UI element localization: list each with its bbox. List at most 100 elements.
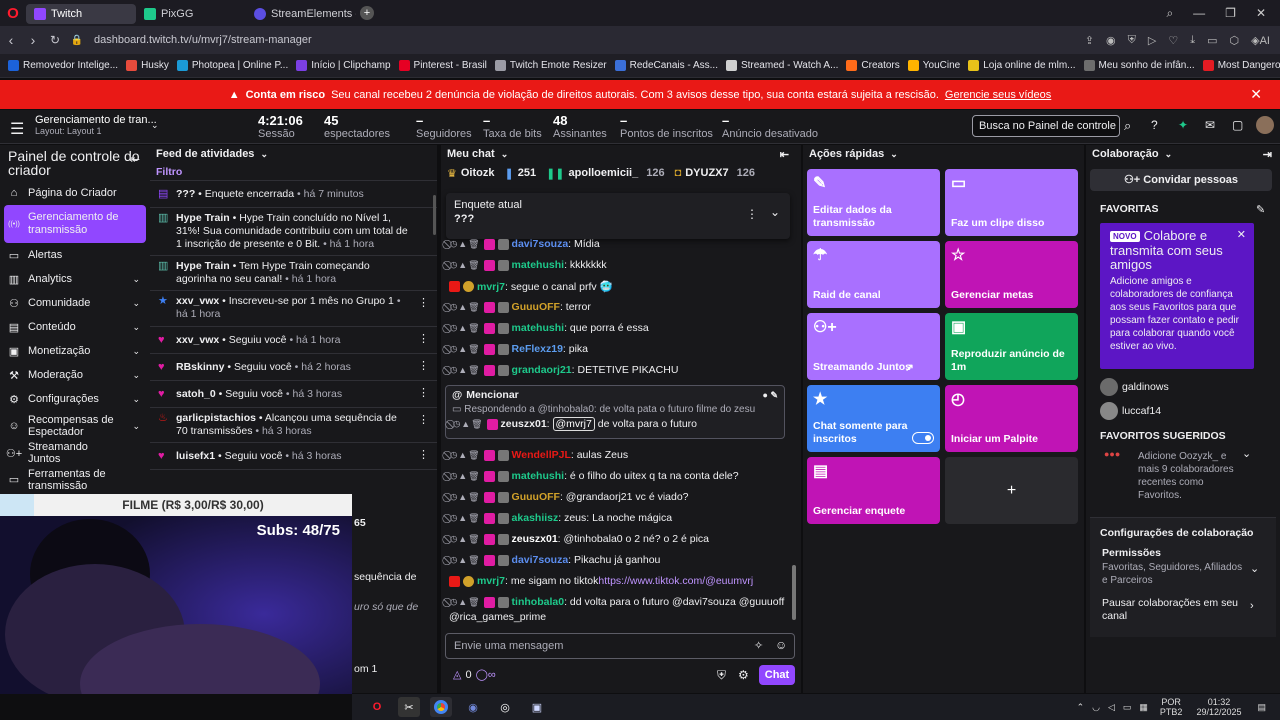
close-promo-icon[interactable]: ✕	[1237, 229, 1246, 242]
mod-actions-icon[interactable]: ⃠◷▲🗑	[452, 419, 484, 430]
bookmark-item[interactable]: Meu sonho de infân...	[1083, 60, 1195, 71]
sidebar-item-moderation[interactable]: ⚒ Moderação ⌄	[0, 363, 150, 387]
ai-icon[interactable]: ◈AI	[1251, 34, 1270, 47]
chat-username[interactable]: akashiisz	[512, 512, 559, 524]
chat-username[interactable]: grandaorj21	[512, 364, 572, 376]
mod-actions-icon[interactable]: ⃠◷▲🗑	[449, 471, 481, 482]
extensions-icon[interactable]: ⬡	[1230, 34, 1240, 47]
network-icon[interactable]: ▦	[1139, 702, 1148, 713]
filter-button[interactable]: Filtro	[150, 163, 437, 181]
bookmark-item[interactable]: Twitch Emote Resizer	[494, 60, 607, 71]
browser-tab-pixgg[interactable]: PixGG	[136, 4, 246, 24]
bookmark-item[interactable]: Creators	[846, 60, 900, 71]
bookmark-item[interactable]: Início | Clipchamp	[296, 60, 391, 71]
chrome-app-icon[interactable]	[430, 697, 452, 717]
collapse-sidebar-icon[interactable]: ⇤	[131, 153, 140, 167]
app-icon[interactable]: ▣	[526, 697, 548, 717]
chevron-down-icon[interactable]: ⌄	[890, 149, 898, 160]
mod-actions-icon[interactable]: ⃠◷▲🗑	[449, 323, 481, 334]
reload-icon[interactable]: ↻	[44, 33, 66, 47]
maximize-icon[interactable]: ❐	[1225, 6, 1236, 21]
tray-chevron-icon[interactable]: ⌃	[1077, 702, 1085, 713]
favorite-person[interactable]: galdinows	[1100, 378, 1169, 396]
more-options-icon[interactable]: ⋮	[418, 449, 429, 462]
activity-feed-item[interactable]: ▥ Hype Train • Tem Hype Train começando a…	[150, 256, 437, 291]
mod-actions-icon[interactable]: ⃠◷▲🗑	[449, 260, 481, 271]
sidebar-item-content[interactable]: ▤ Conteúdo ⌄	[0, 315, 150, 339]
mod-actions-icon[interactable]: ⃠◷▲🗑	[449, 344, 481, 355]
chat-username[interactable]: matehushi	[512, 322, 565, 334]
sidebar-item-settings[interactable]: ⚙ Configurações ⌄	[0, 387, 150, 411]
twitch-sparkle-icon[interactable]: ✦	[1178, 118, 1188, 132]
send-icon[interactable]: ⇪	[1085, 34, 1094, 47]
send-chat-button[interactable]: Chat	[759, 665, 795, 685]
mod-actions-icon[interactable]: ⃠◷▲🗑	[449, 492, 481, 503]
quick-action-raid[interactable]: ☂ Raid de canal	[807, 241, 940, 308]
quick-action-add[interactable]: +	[945, 457, 1078, 524]
wifi-icon[interactable]: ◡	[1092, 702, 1100, 713]
chat-username[interactable]: davi7souza	[512, 238, 569, 250]
sidebar-item-broadcast[interactable]: ((•)) Gerenciamento de transmissão	[4, 205, 146, 243]
invite-people-button[interactable]: ⚇+ Convidar pessoas	[1090, 169, 1272, 191]
chat-scrollbar[interactable]	[792, 565, 796, 620]
chevron-down-icon[interactable]: ⌄	[1250, 562, 1259, 575]
quick-action-pencil[interactable]: ✎ Editar dados da transmissão	[807, 169, 940, 236]
activity-feed-item[interactable]: ♥ RBskinny • Seguiu você • há 2 horas ⋮	[150, 354, 437, 381]
mod-actions-icon[interactable]: ⃠◷▲🗑	[449, 365, 481, 376]
channel-points-balance[interactable]: ◬ 0 ◯∞	[453, 668, 496, 682]
more-options-icon[interactable]: ⋮	[746, 207, 758, 221]
chat-link[interactable]: https://www.tiktok.com/@euumvrj	[598, 575, 753, 587]
bookmark-item[interactable]: Husky	[126, 60, 169, 71]
chat-username[interactable]: mvrj7	[477, 281, 505, 293]
bookmark-item[interactable]: Removedor Intelige...	[8, 60, 118, 71]
collapse-collab-icon[interactable]: ⇥	[1263, 148, 1272, 161]
whispers-icon[interactable]: ▢	[1232, 118, 1243, 132]
quick-action-star-filled[interactable]: ★ Chat somente para inscritos	[807, 385, 940, 452]
play-icon[interactable]: ▷	[1148, 34, 1156, 47]
shield-icon[interactable]: ⛨	[717, 668, 726, 683]
url-field[interactable]: dashboard.twitch.tv/u/mvrj7/stream-manag…	[94, 34, 312, 46]
battery-icon[interactable]: ▭	[1123, 702, 1132, 713]
mod-actions-icon[interactable]: ⃠◷▲🗑	[449, 239, 481, 250]
quick-action-add-user[interactable]: ⚇+ Streamando Juntos ↗	[807, 313, 940, 380]
close-window-icon[interactable]: ✕	[1256, 6, 1266, 21]
opera-logo-icon[interactable]: O	[0, 0, 26, 26]
activity-feed-item[interactable]: ♥ satoh_0 • Seguiu você • há 3 horas ⋮	[150, 381, 437, 408]
volume-icon[interactable]: ◁	[1108, 702, 1115, 713]
chat-username[interactable]: zeuszx01	[512, 533, 558, 545]
more-options-icon[interactable]: ⋮	[418, 333, 429, 346]
minimize-icon[interactable]: —	[1193, 6, 1205, 21]
back-icon[interactable]: ‹	[0, 32, 22, 48]
chevron-down-icon[interactable]: ⌄	[1242, 447, 1251, 460]
quick-action-ad[interactable]: ▣ Reproduzir anúncio de 1m	[945, 313, 1078, 380]
mod-actions-icon[interactable]: ⃠◷▲🗑	[449, 534, 481, 545]
edit-icon[interactable]: ● ✎	[763, 390, 778, 401]
chat-settings-icon[interactable]: ⚙	[738, 668, 749, 682]
top-user[interactable]: ❚❚ apolloemicii_ 126	[546, 167, 665, 180]
top-user[interactable]: ❚ 251	[505, 167, 537, 180]
current-poll-card[interactable]: Enquete atual ??? ⋮ ⌄	[446, 193, 790, 239]
bookmark-item[interactable]: Photopea | Online P...	[176, 60, 288, 71]
mention-tag[interactable]: @mvrj7	[552, 417, 595, 431]
bookmark-item[interactable]: Streamed - Watch A...	[725, 60, 838, 71]
chat-username[interactable]: ReFlexz19	[512, 343, 563, 355]
quick-action-star-outline[interactable]: ☆ Gerenciar metas	[945, 241, 1078, 308]
chat-username[interactable]: matehushi	[512, 470, 565, 482]
top-user[interactable]: ◘ DYUZX7 126	[675, 167, 755, 179]
avatar[interactable]	[1256, 116, 1274, 134]
chat-username[interactable]: mvrj7	[477, 575, 505, 587]
top-user[interactable]: ♛ Oitozk	[447, 167, 495, 180]
opera-app-icon[interactable]: O	[366, 697, 388, 717]
chat-message-input[interactable]: Envie uma mensagem	[445, 633, 795, 659]
bookmark-item[interactable]: Pinterest - Brasil	[398, 60, 487, 71]
emote-sparkle-icon[interactable]: ✧	[754, 639, 763, 652]
emote-picker-icon[interactable]: ☺	[775, 638, 787, 652]
chat-username[interactable]: tinhobala0	[512, 596, 565, 608]
subscribers-only-toggle[interactable]	[912, 432, 934, 444]
quick-action-prediction[interactable]: ◴ Iniciar um Palpite	[945, 385, 1078, 452]
discord-app-icon[interactable]: ◉	[462, 697, 484, 717]
quick-action-clip[interactable]: ▭ Faz um clipe disso	[945, 169, 1078, 236]
dashboard-search-input[interactable]: Busca no Painel de controle (C	[972, 115, 1120, 137]
mod-actions-icon[interactable]: ⃠◷▲🗑	[449, 302, 481, 313]
download-icon[interactable]: ⤓	[1190, 34, 1195, 47]
